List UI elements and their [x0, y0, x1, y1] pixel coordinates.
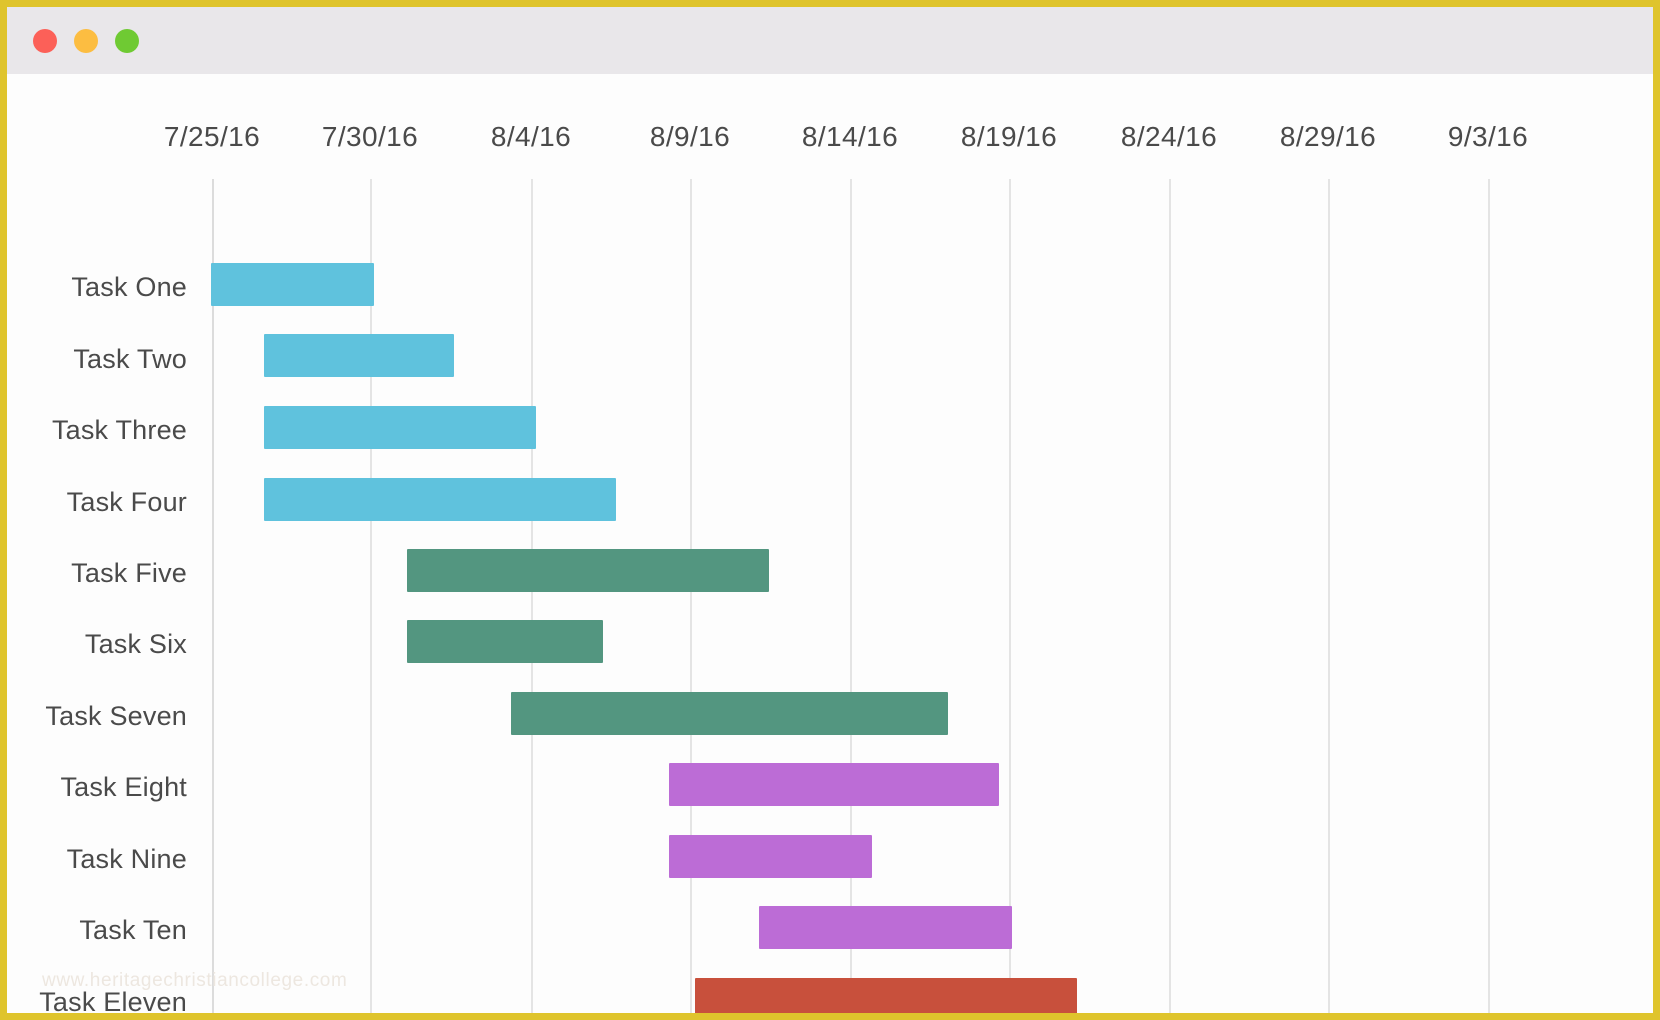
gantt-bar[interactable]	[669, 763, 999, 806]
window-controls	[33, 29, 139, 53]
gantt-bar[interactable]	[407, 549, 769, 592]
gantt-bar[interactable]	[264, 406, 536, 449]
date-tick-label: 8/29/16	[1279, 121, 1377, 152]
date-tick-label: 8/14/16	[801, 121, 899, 152]
gridline	[1169, 179, 1171, 1013]
task-label: Task Three	[51, 415, 187, 445]
date-axis: 7/25/16 7/30/16 8/4/16 8/9/16 8/14/16 8/19/16…	[7, 74, 1653, 179]
date-tick-label: 9/3/16	[1447, 121, 1529, 152]
gridline	[850, 179, 852, 1013]
gantt-plot-body: Task One Task Two Task Three Task Four Task …	[7, 179, 1653, 1013]
task-label: Task One	[71, 272, 187, 302]
gantt-bar[interactable]	[264, 334, 454, 377]
task-label: Task Two	[73, 344, 187, 374]
gridline	[1328, 179, 1330, 1013]
date-tick-label: 8/4/16	[490, 121, 572, 152]
date-tick-label: 7/25/16	[163, 121, 261, 152]
gantt-bar[interactable]	[695, 978, 1077, 1013]
date-tick-label: 8/24/16	[1120, 121, 1218, 152]
application-window: 7/25/16 7/30/16 8/4/16 8/9/16 8/14/16 8/19/16…	[0, 0, 1660, 1020]
task-label: Task Six	[84, 629, 187, 659]
gantt-bar[interactable]	[264, 478, 616, 521]
close-window-button[interactable]	[33, 29, 57, 53]
window-title-bar	[7, 7, 1653, 74]
gantt-bar[interactable]	[759, 906, 1012, 949]
task-label: Task Four	[66, 487, 187, 517]
task-label: Task Nine	[66, 844, 187, 874]
task-label: Task Eight	[60, 772, 187, 802]
gantt-bar[interactable]	[669, 835, 872, 878]
task-label: Task Eleven	[39, 987, 187, 1017]
gantt-bar[interactable]	[407, 620, 603, 663]
minimize-window-button[interactable]	[74, 29, 98, 53]
task-label: Task Seven	[45, 701, 187, 731]
task-label: Task Ten	[79, 915, 187, 945]
gridline	[531, 179, 533, 1013]
date-tick-label: 7/30/16	[321, 121, 419, 152]
date-tick-label: 8/9/16	[649, 121, 731, 152]
gridline	[1009, 179, 1011, 1013]
gantt-bar[interactable]	[211, 263, 374, 306]
gantt-bar[interactable]	[511, 692, 948, 735]
task-label: Task Five	[71, 558, 187, 588]
task-label-column: Task One Task Two Task Three Task Four Task …	[7, 179, 187, 1013]
gantt-chart: 7/25/16 7/30/16 8/4/16 8/9/16 8/14/16 8/19/16…	[7, 74, 1653, 1013]
gridline	[690, 179, 692, 1013]
maximize-window-button[interactable]	[115, 29, 139, 53]
date-tick-label: 8/19/16	[960, 121, 1058, 152]
gridline	[1488, 179, 1490, 1013]
